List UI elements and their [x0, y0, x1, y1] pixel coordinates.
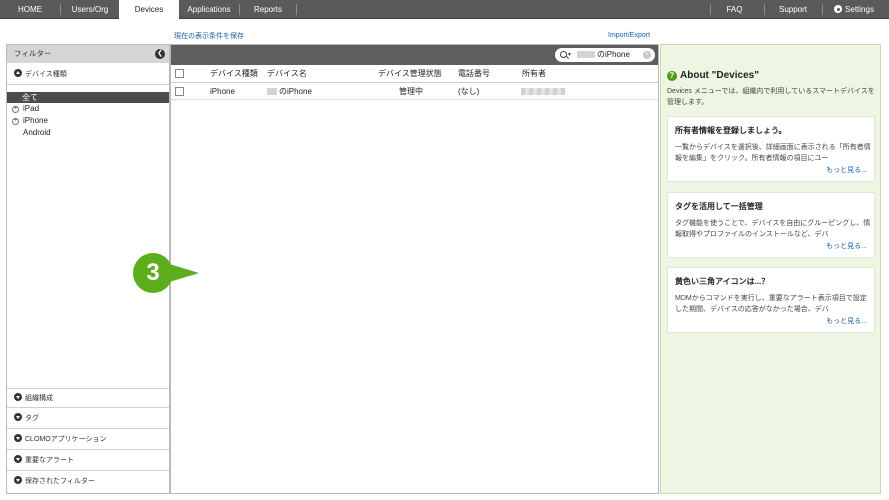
redacted-text — [267, 88, 277, 95]
see-more-link[interactable]: もっと見る... — [826, 165, 867, 175]
table-row[interactable]: iPhone のiPhone 管理中 (なし) — [171, 83, 658, 100]
filter-header: フィルター ❮ — [7, 45, 169, 63]
nav-faq[interactable]: FAQ — [712, 0, 757, 19]
search-input[interactable]: ▾ のiPhone × — [555, 48, 655, 62]
nav-tab-home[interactable]: HOME — [0, 0, 60, 19]
help-title-text: About "Devices" — [680, 70, 759, 81]
section-clomo-apps[interactable]: CLOMOアプリケーション — [7, 430, 169, 450]
help-card-title: 所有者情報を登録しましょう。 — [675, 126, 787, 135]
collapse-sidebar-button[interactable]: ❮ — [155, 49, 165, 59]
device-type-ipad-label: iPad — [23, 104, 40, 113]
column-owner[interactable]: 所有者 — [522, 65, 546, 83]
nav-settings[interactable]: Settings — [828, 0, 880, 19]
search-value: のiPhone — [597, 50, 630, 59]
chevron-down-icon — [14, 413, 22, 421]
step-badge: 3 — [133, 253, 173, 293]
section-important-alerts[interactable]: 重要なアラート — [7, 451, 169, 471]
nav-separator — [822, 4, 823, 15]
nav-separator — [764, 4, 765, 15]
section-device-type-label: デバイス種類 — [25, 71, 67, 78]
save-view-link[interactable]: 現在の表示条件を保存 — [174, 31, 244, 41]
table-header: デバイス種類 デバイス名 デバイス管理状態 電話番号 所有者 — [171, 65, 658, 83]
device-type-ipad[interactable]: + iPad — [7, 103, 169, 115]
search-options-caret[interactable]: ▾ — [568, 48, 571, 62]
search-value-wrap: のiPhone — [577, 48, 630, 62]
cell-owner — [521, 83, 565, 100]
nav-tab-devices[interactable]: Devices — [119, 0, 179, 20]
cell-device-name-text: のiPhone — [279, 87, 312, 96]
nav-settings-label: Settings — [845, 5, 874, 14]
top-navigation: HOME Users/Org Devices Applications Repo… — [0, 0, 889, 20]
section-organization-label: 組織構成 — [25, 395, 53, 402]
help-card: 所有者情報を登録しましょう。 一覧からデバイスを選択後、詳細画面に表示される「所… — [667, 116, 875, 182]
see-more-link[interactable]: もっと見る... — [826, 241, 867, 251]
column-device-type[interactable]: デバイス種類 — [210, 65, 258, 83]
device-list-panel: ▾ のiPhone × デバイス種類 デバイス名 デバイス管理状態 電話番号 所… — [170, 44, 659, 494]
chevron-down-icon — [14, 476, 22, 484]
nav-separator — [710, 4, 711, 15]
clear-search-button[interactable]: × — [643, 51, 651, 59]
cell-phone-number: (なし) — [458, 87, 480, 96]
section-device-type[interactable]: デバイス種類 — [7, 65, 169, 85]
expand-plus-icon[interactable]: + — [12, 105, 19, 113]
nav-support[interactable]: Support — [768, 0, 818, 19]
chevron-up-icon — [14, 69, 22, 77]
device-type-iphone[interactable]: + iPhone — [7, 115, 169, 127]
select-all-checkbox[interactable] — [175, 69, 184, 78]
list-toolbar: ▾ のiPhone × — [171, 45, 658, 65]
see-more-link[interactable]: もっと見る... — [826, 316, 867, 326]
help-intro: Devices メニューでは、組織内で利用しているスマートデバイスを管理します。 — [667, 88, 875, 106]
device-type-android[interactable]: Android — [7, 127, 169, 139]
cell-management-status: 管理中 — [399, 87, 423, 96]
redacted-text — [577, 51, 595, 58]
device-type-all[interactable]: 全て — [7, 92, 169, 103]
cell-device-type: iPhone — [210, 87, 235, 96]
column-management-status[interactable]: デバイス管理状態 — [378, 65, 442, 83]
step-number: 3 — [146, 259, 160, 286]
chevron-down-icon — [14, 434, 22, 442]
help-question-icon: ? — [667, 71, 677, 81]
expand-plus-icon[interactable]: + — [12, 117, 19, 125]
help-card-title: タグを活用して一括管理 — [675, 202, 763, 211]
filter-title: フィルター — [14, 49, 52, 58]
chevron-down-icon — [14, 455, 22, 463]
section-saved-filters[interactable]: 保存されたフィルター — [7, 472, 169, 492]
help-title: ? About "Devices" — [667, 70, 759, 81]
help-card-text: タグ機能を使うことで、デバイスを自由にグルーピングし、情報取得やプロファイルのイ… — [675, 220, 871, 238]
section-organization[interactable]: 組織構成 — [7, 388, 169, 408]
section-clomo-apps-label: CLOMOアプリケーション — [25, 436, 107, 443]
help-card-title: 黄色い三角アイコンは...？ — [675, 277, 770, 286]
column-device-name[interactable]: デバイス名 — [267, 65, 307, 83]
nav-tab-applications[interactable]: Applications — [179, 0, 239, 19]
app-window: HOME Users/Org Devices Applications Repo… — [0, 0, 889, 500]
row-checkbox[interactable] — [175, 87, 184, 96]
chevron-down-icon — [14, 393, 22, 401]
help-card-text: MDMからコマンドを実行し、重要なアラート表示項目で設定した期間、デバイスの応答… — [675, 295, 867, 313]
help-card: 黄色い三角アイコンは...？ MDMからコマンドを実行し、重要なアラート表示項目… — [667, 267, 875, 333]
section-tags-label: タグ — [25, 415, 39, 422]
redacted-owner — [521, 88, 565, 95]
device-type-iphone-label: iPhone — [23, 116, 48, 125]
nav-tab-users-org[interactable]: Users/Org — [61, 0, 119, 19]
search-icon — [560, 51, 567, 58]
column-phone-number[interactable]: 電話番号 — [458, 65, 490, 83]
gear-icon — [834, 5, 843, 13]
help-card: タグを活用して一括管理 タグ機能を使うことで、デバイスを自由にグルーピングし、情… — [667, 192, 875, 258]
nav-tab-reports[interactable]: Reports — [240, 0, 296, 19]
section-tags[interactable]: タグ — [7, 409, 169, 429]
import-export-link[interactable]: Import/Export — [608, 32, 650, 39]
nav-separator — [296, 4, 297, 15]
section-saved-filters-label: 保存されたフィルター — [25, 478, 95, 485]
cell-device-name[interactable]: のiPhone — [267, 83, 312, 100]
help-card-text: 一覧からデバイスを選択後、詳細画面に表示される「所有者情報を編集」をクリック。所… — [675, 144, 871, 162]
section-important-alerts-label: 重要なアラート — [25, 457, 74, 464]
help-panel: ? About "Devices" Devices メニューでは、組織内で利用して… — [660, 44, 881, 494]
